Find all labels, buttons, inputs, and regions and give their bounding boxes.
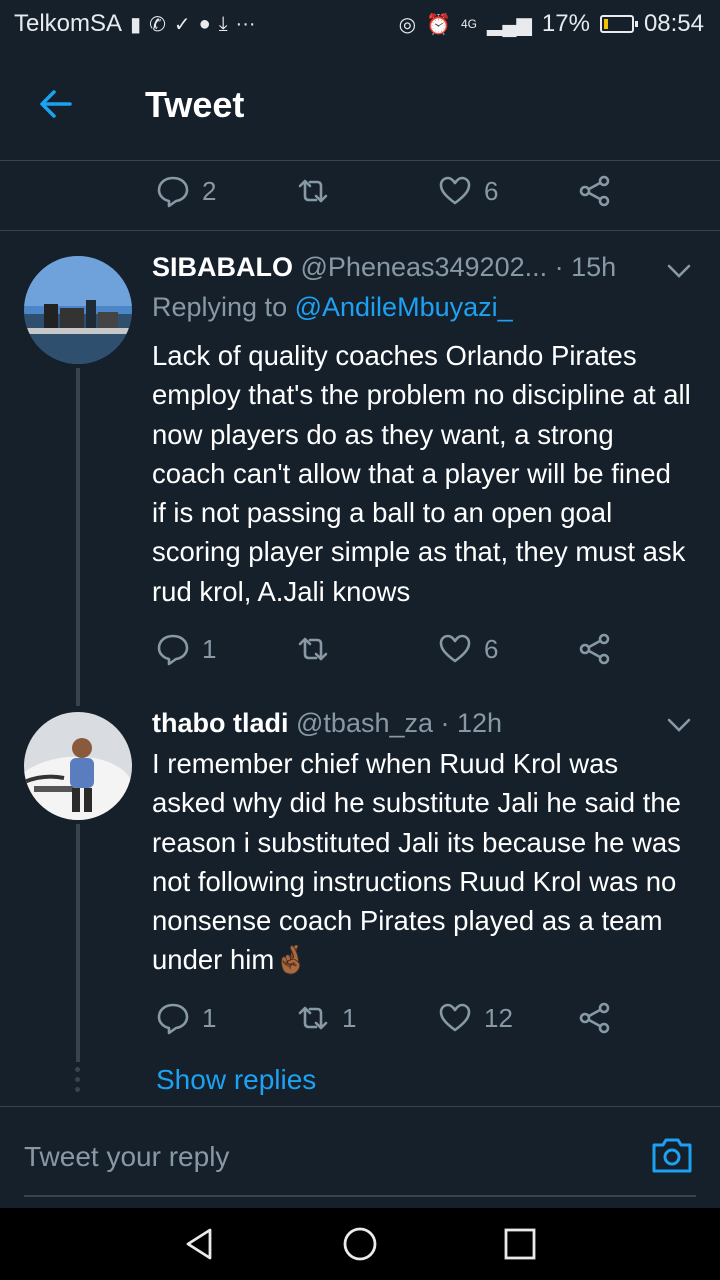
parent-tweet-actions: 2 6 — [0, 158, 720, 228]
replying-handle[interactable]: @AndileMbuyazi_ — [295, 292, 513, 322]
avatar[interactable] — [24, 712, 132, 820]
whatsapp-icon: ✆ — [149, 13, 166, 36]
reply-count: 2 — [202, 175, 217, 206]
check-icon: ✓ — [173, 13, 191, 36]
tweet-actions: 1 1 12 — [0, 985, 720, 1055]
hotspot-icon: ◎ — [398, 13, 417, 36]
reply-button[interactable]: 1 — [156, 632, 216, 666]
show-replies-link[interactable]: Show replies — [156, 1064, 316, 1096]
author-handle[interactable]: @tbash_za — [296, 708, 433, 738]
like-count: 6 — [484, 175, 499, 206]
reply-icon — [157, 634, 189, 666]
reply-icon — [157, 1003, 189, 1035]
retweet-count: 1 — [342, 1002, 357, 1033]
tweet-text: Lack of quality coaches Orlando Pirates … — [152, 340, 691, 607]
retweet-icon — [298, 179, 328, 203]
author-handle[interactable]: @Pheneas349202... — [301, 252, 548, 282]
replying-label: Replying to — [152, 292, 288, 322]
status-left: TelkomSA ▮ ✆ ✓ ● ⤓ ··· — [14, 10, 256, 38]
like-count: 12 — [484, 1002, 513, 1033]
share-icon — [579, 1002, 610, 1034]
reply-input[interactable]: Tweet your reply — [24, 1141, 229, 1173]
author-name[interactable]: thabo tladi — [152, 708, 289, 738]
battery-fill — [603, 19, 608, 29]
more-replies-dots — [75, 1067, 81, 1097]
avatar-image — [24, 712, 132, 820]
share-button[interactable] — [578, 1001, 612, 1035]
share-icon — [579, 175, 610, 207]
reply-count: 1 — [202, 1002, 217, 1033]
reply-composer: Tweet your reply — [0, 1106, 720, 1209]
app-bar: Tweet — [0, 48, 720, 161]
like-icon — [439, 176, 471, 205]
clock: 08:54 — [643, 10, 704, 37]
nav-home-icon[interactable] — [342, 1226, 378, 1262]
system-nav-bar — [0, 1208, 720, 1280]
tweet-text: I remember chief when Ruud Krol was aske… — [152, 748, 681, 976]
composer-underline — [24, 1195, 696, 1197]
tweet-time: · 15h — [554, 252, 617, 282]
reply-button[interactable]: 1 — [156, 1001, 216, 1035]
share-icon — [579, 633, 610, 665]
chat-icon: ● — [198, 12, 211, 35]
tweet-header: thabo tladi @tbash_za · 12h — [152, 708, 502, 739]
sim-icon: ▮ — [130, 13, 142, 36]
retweet-icon — [298, 637, 328, 661]
alarm-icon: ⏰ — [426, 13, 451, 36]
camera-icon[interactable] — [650, 1135, 694, 1175]
battery-icon — [599, 15, 638, 33]
like-button[interactable]: 6 — [438, 632, 498, 666]
tweet-actions: 1 6 — [0, 616, 720, 686]
network-type: 4G — [460, 17, 477, 31]
reply-button[interactable]: 2 — [156, 174, 216, 208]
retweet-button[interactable] — [296, 174, 342, 208]
like-icon — [439, 1003, 471, 1032]
signal-icon: ▂▄▆ — [486, 13, 532, 36]
like-count: 6 — [484, 633, 499, 664]
retweet-button[interactable] — [296, 632, 342, 666]
tweet-header: SIBABALO @Pheneas349202... · 15h — [152, 252, 616, 283]
like-icon — [439, 634, 471, 663]
nav-recents-icon[interactable] — [502, 1226, 538, 1262]
like-button[interactable]: 12 — [438, 1001, 513, 1035]
share-button[interactable] — [578, 174, 612, 208]
share-button[interactable] — [578, 632, 612, 666]
status-bar: TelkomSA ▮ ✆ ✓ ● ⤓ ··· ◎ ⏰ 4G ▂▄▆ 17% 08… — [0, 0, 720, 48]
tweet-time: · 12h — [440, 708, 503, 738]
chevron-down-icon[interactable] — [666, 712, 692, 738]
download-icon: ⤓ — [218, 12, 228, 35]
retweet-button[interactable]: 1 — [296, 1001, 356, 1035]
replying-to: Replying to @AndileMbuyazi_ — [152, 292, 513, 323]
avatar[interactable] — [24, 256, 132, 364]
page-title: Tweet — [145, 84, 245, 125]
battery-percent: 17% — [541, 10, 590, 37]
reply-icon — [157, 176, 189, 208]
status-right: ◎ ⏰ 4G ▂▄▆ 17% 08:54 — [399, 10, 704, 38]
nav-back-icon[interactable] — [182, 1226, 218, 1262]
like-button[interactable]: 6 — [438, 174, 498, 208]
more-notifications-icon: ··· — [235, 12, 256, 35]
divider — [0, 230, 720, 231]
avatar-image — [24, 256, 132, 364]
carrier-label: TelkomSA — [14, 10, 123, 37]
retweet-icon — [298, 1006, 328, 1030]
author-name[interactable]: SIBABALO — [152, 252, 293, 282]
chevron-down-icon[interactable] — [666, 258, 692, 284]
reply-count: 1 — [202, 633, 217, 664]
back-arrow-icon[interactable] — [36, 84, 76, 124]
